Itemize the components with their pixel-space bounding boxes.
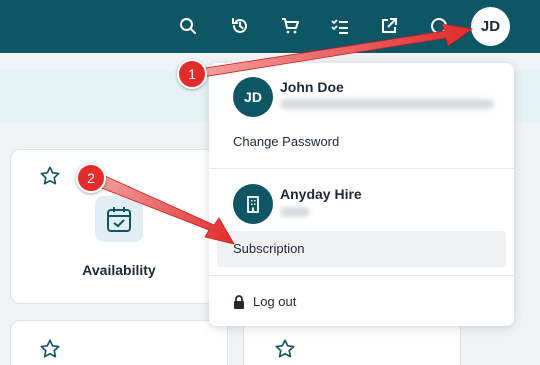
arrow-to-avatar — [192, 23, 474, 79]
arrow-to-subscription — [88, 171, 235, 245]
callout-number: 1 — [188, 66, 196, 82]
callout-badge-1: 1 — [177, 59, 207, 89]
callout-badge-2: 2 — [76, 163, 106, 193]
callout-number: 2 — [87, 170, 95, 186]
